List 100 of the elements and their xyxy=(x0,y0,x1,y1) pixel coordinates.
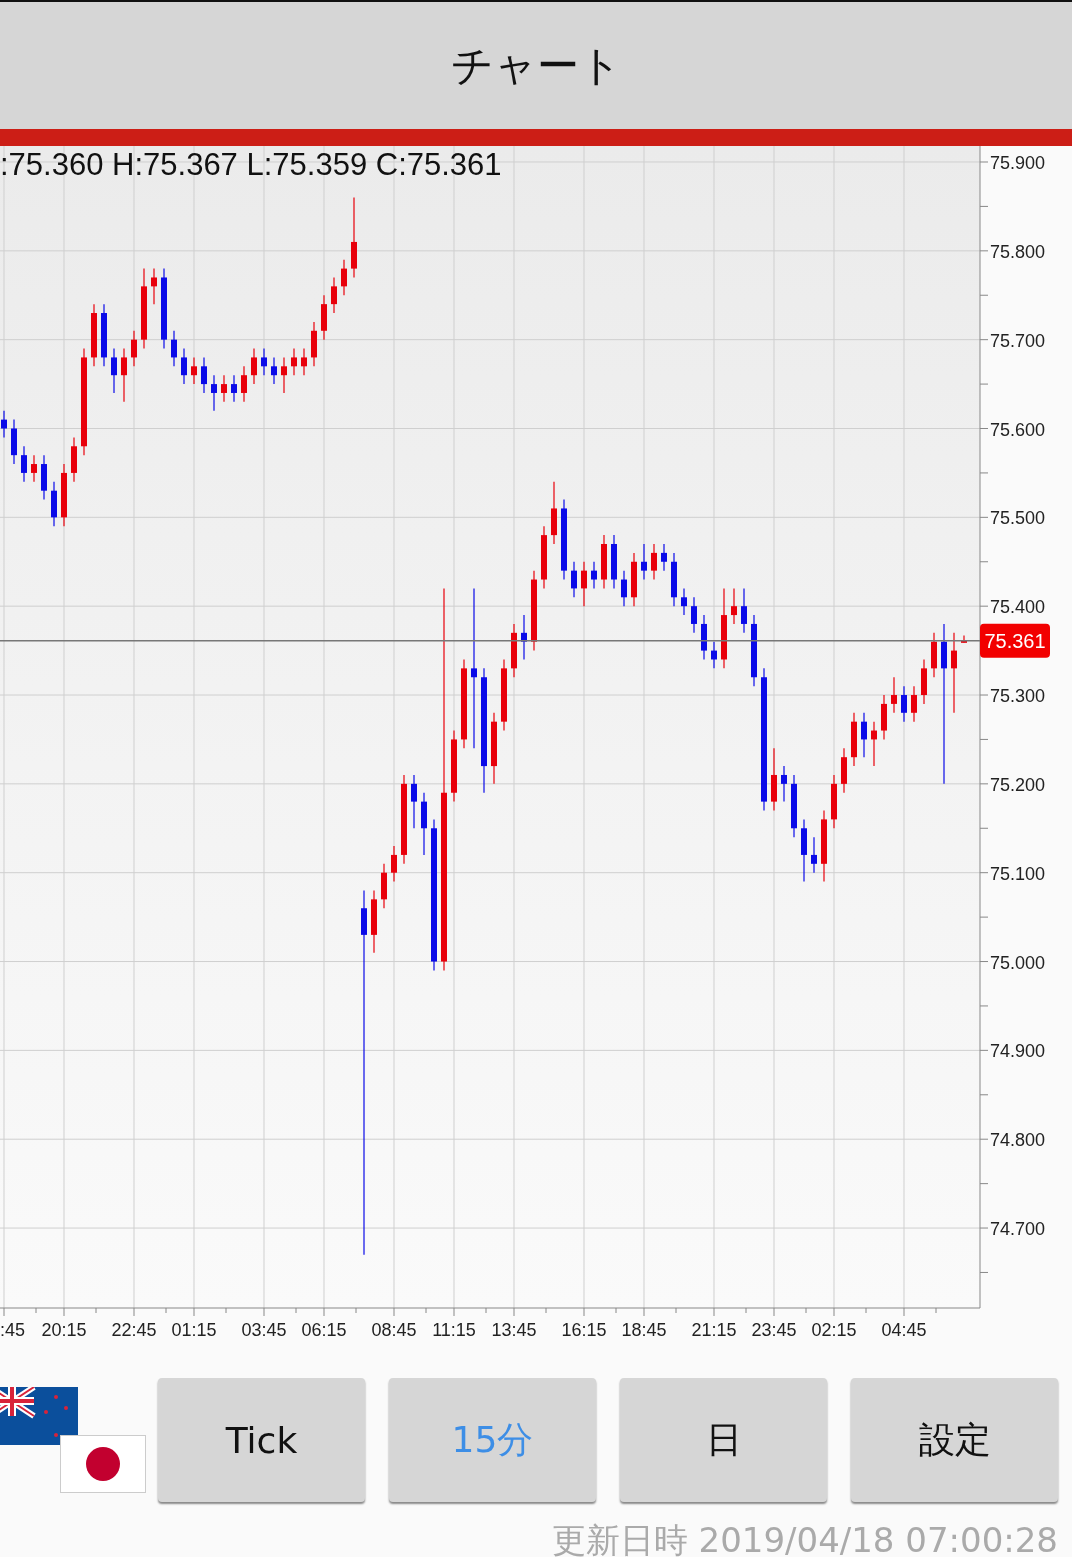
candlestick xyxy=(11,419,17,465)
candlestick xyxy=(541,525,547,589)
candlestick xyxy=(601,534,607,589)
candlestick xyxy=(291,347,297,376)
x-axis-label: 11:15 xyxy=(432,1320,476,1340)
candlestick xyxy=(841,747,847,794)
candlestick xyxy=(341,259,347,296)
y-axis-label: 75.400 xyxy=(990,597,1046,618)
candlestick xyxy=(121,347,127,403)
x-axis-label: 08:45 xyxy=(371,1320,417,1340)
interval-button[interactable]: Tick xyxy=(158,1378,365,1502)
screen-title: チャート xyxy=(450,39,622,92)
candlestick xyxy=(851,712,857,767)
candlestick xyxy=(741,587,747,634)
candlestick xyxy=(641,543,647,581)
candlestick xyxy=(41,454,47,501)
candlestick xyxy=(321,294,327,341)
candlestick xyxy=(261,347,267,376)
candlestick xyxy=(421,792,427,856)
candlestick xyxy=(781,765,787,803)
candlestick xyxy=(961,634,967,644)
candlestick xyxy=(181,347,187,385)
candlestick xyxy=(701,614,707,661)
candlestick xyxy=(151,268,157,305)
candlestick xyxy=(201,356,207,394)
candlestick xyxy=(711,641,717,669)
candlestick xyxy=(101,303,107,367)
candlestick xyxy=(251,347,257,385)
x-axis-label: 21:15 xyxy=(691,1320,737,1340)
candlestick xyxy=(921,658,927,705)
y-axis-label: 75.100 xyxy=(990,863,1046,884)
candlestick xyxy=(791,774,797,838)
x-axis-label: 22:45 xyxy=(111,1320,157,1340)
candlestick xyxy=(731,587,737,625)
candlestick xyxy=(681,587,687,616)
y-axis-label: 75.000 xyxy=(990,952,1046,973)
candlestick xyxy=(331,276,337,314)
x-axis-label: 13:45 xyxy=(491,1320,537,1340)
candlestick xyxy=(831,774,837,829)
candlestick xyxy=(771,747,777,812)
y-axis-label: 75.200 xyxy=(990,774,1046,795)
candlestick xyxy=(31,454,37,483)
candlestick xyxy=(51,481,57,527)
interval-button[interactable]: 設定 xyxy=(851,1378,1058,1502)
candlestick xyxy=(661,543,667,572)
candlestick xyxy=(211,374,217,412)
candlestick xyxy=(411,774,417,829)
ref-line-label: 75.361 xyxy=(984,629,1046,652)
candlestick xyxy=(511,623,517,678)
candlestick xyxy=(671,552,677,607)
candlestick xyxy=(871,721,877,767)
candlestick xyxy=(111,347,117,394)
candlestick xyxy=(881,694,887,741)
candlestick xyxy=(21,445,27,483)
candlestick xyxy=(271,356,277,385)
candlestick xyxy=(381,863,387,909)
x-axis-label: 03:45 xyxy=(241,1320,287,1340)
x-axis-label: 23:45 xyxy=(751,1320,797,1340)
candlestick xyxy=(91,303,97,367)
candlestick xyxy=(631,552,637,607)
candlestick xyxy=(651,543,657,581)
candlestick xyxy=(571,561,577,598)
candlestick xyxy=(231,374,237,403)
y-axis-label: 74.900 xyxy=(990,1041,1046,1062)
candlestick xyxy=(281,356,287,394)
y-axis-label: 75.800 xyxy=(990,241,1046,262)
x-axis-label: 18:45 xyxy=(621,1320,667,1340)
candlestick xyxy=(691,596,697,634)
candlestick xyxy=(911,685,917,723)
candlestick xyxy=(391,845,397,883)
candlestick xyxy=(581,561,587,607)
update-time: 更新日時 2019/04/18 07:00:28 xyxy=(551,1519,1058,1557)
candlestick xyxy=(191,356,197,385)
nz-flag-icon xyxy=(0,1387,78,1445)
candlestick xyxy=(221,374,227,403)
japan-flag-icon xyxy=(60,1435,146,1493)
candlestick xyxy=(301,347,307,376)
candlestick xyxy=(591,561,597,589)
candlestick xyxy=(1,410,7,438)
candlestick xyxy=(171,330,177,367)
interval-button[interactable]: 日 xyxy=(620,1378,827,1502)
candlestick xyxy=(371,889,377,954)
y-axis-label: 75.600 xyxy=(990,419,1046,440)
candlestick xyxy=(521,614,527,661)
candlestick xyxy=(811,836,817,874)
candlestick xyxy=(901,685,907,723)
candlestick xyxy=(861,712,867,758)
candlestick xyxy=(611,534,617,589)
candlestick xyxy=(311,321,317,367)
candlestick xyxy=(891,676,897,714)
candlestick xyxy=(551,481,557,545)
y-axis-label: 75.500 xyxy=(990,508,1046,529)
y-axis-label: 75.900 xyxy=(990,153,1046,173)
candlestick xyxy=(71,436,77,483)
candlestick xyxy=(931,632,937,678)
y-axis-label: 75.700 xyxy=(990,330,1046,351)
candlestick xyxy=(241,365,247,403)
candlestick xyxy=(801,818,807,883)
current-price-tag: 75.361 xyxy=(980,623,1050,658)
x-axis-label: 16:15 xyxy=(561,1320,607,1340)
